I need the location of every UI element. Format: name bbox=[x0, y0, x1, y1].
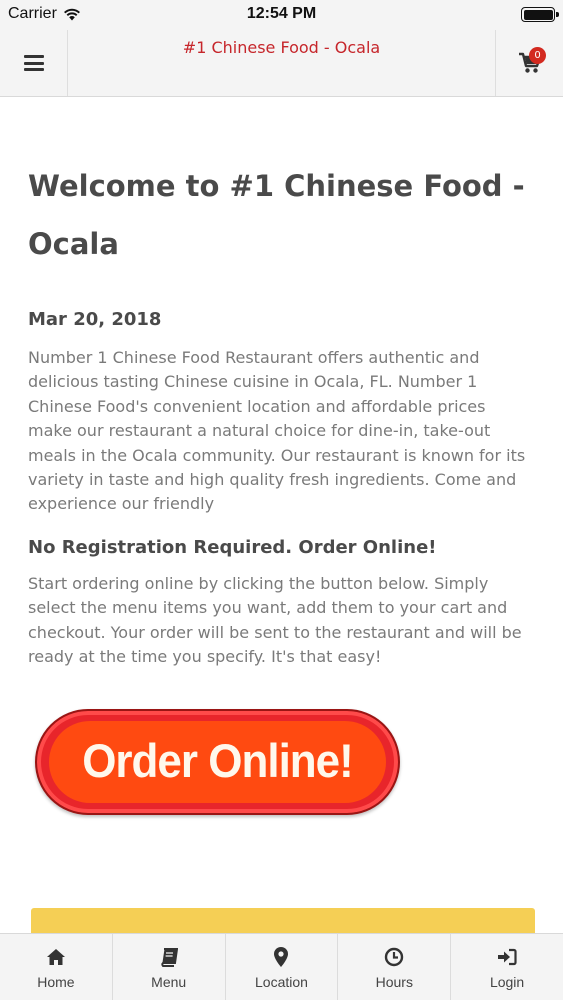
app-header: #1 Chinese Food - Ocala 0 bbox=[0, 30, 563, 97]
home-icon bbox=[45, 947, 67, 967]
nav-item-login[interactable]: Login bbox=[451, 934, 563, 1000]
welcome-title: Welcome to #1 Chinese Food - Ocala bbox=[28, 169, 525, 261]
menu-toggle-button[interactable] bbox=[0, 30, 68, 96]
nav-item-home[interactable]: Home bbox=[0, 934, 113, 1000]
clock-icon bbox=[383, 947, 405, 967]
post-date: Mar 20, 2018 bbox=[28, 309, 162, 330]
book-icon bbox=[158, 947, 180, 967]
hamburger-icon bbox=[23, 55, 44, 71]
sign-in-icon bbox=[496, 947, 518, 967]
battery-icon bbox=[521, 7, 559, 22]
ordering-paragraph: Start ordering online by clicking the bu… bbox=[28, 573, 522, 667]
nav-label-login: Login bbox=[489, 974, 525, 990]
status-bar: Carrier 12:54 PM bbox=[0, 0, 563, 30]
nav-item-location[interactable]: Location bbox=[226, 934, 339, 1000]
nav-item-menu[interactable]: Menu bbox=[113, 934, 226, 1000]
main-content: Welcome to #1 Chinese Food - Ocala Mar 2… bbox=[28, 97, 528, 669]
nav-label-hours: Hours bbox=[375, 974, 413, 990]
nav-label-menu: Menu bbox=[151, 974, 187, 990]
map-pin-icon bbox=[270, 947, 292, 967]
clock-time: 12:54 PM bbox=[246, 5, 317, 22]
intro-paragraph: Number 1 Chinese Food Restaurant offers … bbox=[28, 348, 526, 514]
bottom-nav: Home Menu Location Hours Login bbox=[0, 933, 563, 1000]
nav-item-hours[interactable]: Hours bbox=[338, 934, 452, 1000]
section-heading: No Registration Required. Order Online! bbox=[28, 536, 437, 558]
nav-label-location: Location bbox=[255, 974, 308, 990]
order-online-button[interactable]: Order Online! bbox=[35, 709, 400, 815]
cart-count-badge: 0 bbox=[529, 47, 546, 64]
page-title: #1 Chinese Food - Ocala bbox=[182, 38, 381, 57]
nav-label-home: Home bbox=[37, 974, 75, 990]
cart-button[interactable]: 0 bbox=[495, 30, 563, 96]
order-online-label: Order Online! bbox=[82, 735, 354, 788]
